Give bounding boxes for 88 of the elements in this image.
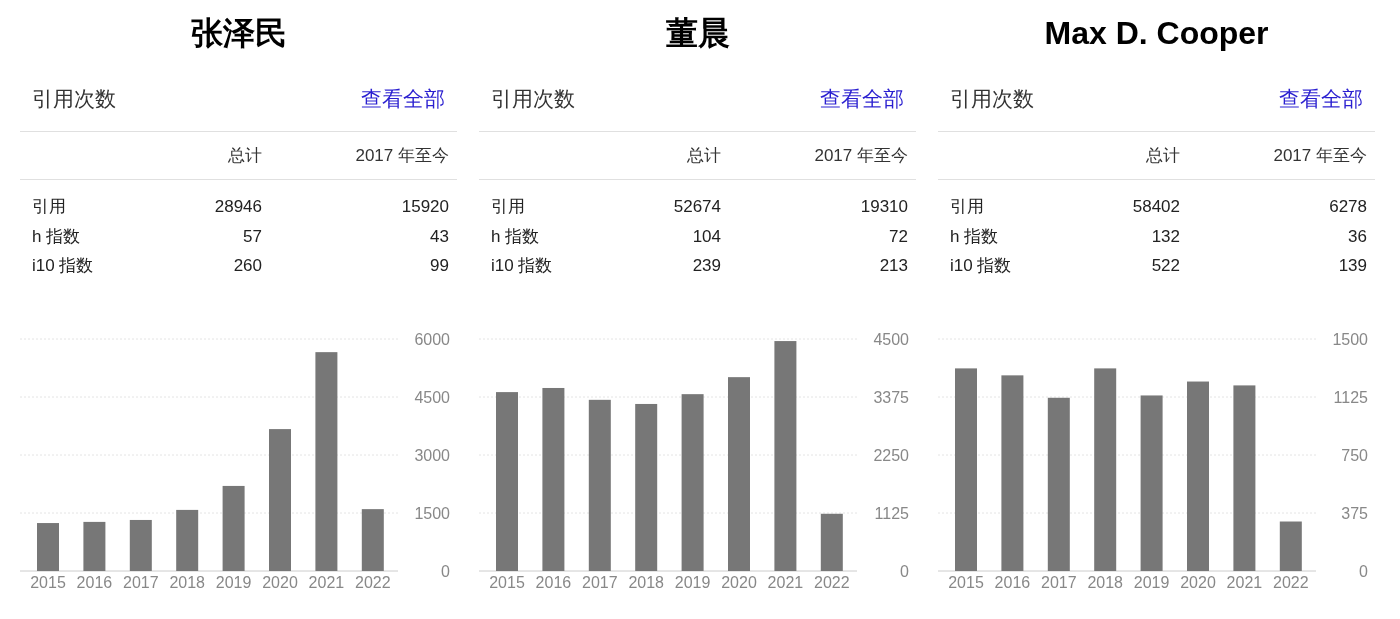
- table-cell-text: 36: [1347, 225, 1367, 248]
- axis-tick-label: 2022: [1273, 573, 1309, 591]
- chart-bar: [83, 521, 106, 571]
- chart-bar: [37, 522, 59, 571]
- column-header: 2017 年至今: [1272, 144, 1367, 167]
- axis-tick-label: 2019: [215, 573, 252, 591]
- table-cell-text: 6278: [1328, 196, 1367, 218]
- table-cell-text: 522: [1150, 255, 1180, 277]
- axis-tick-label: 2019: [674, 573, 711, 591]
- axis-tick-label: 2250: [873, 446, 909, 464]
- table-cell-text: 43: [429, 225, 449, 248]
- axis-tick-label: 2015: [30, 573, 66, 591]
- chart-bar: [820, 513, 843, 571]
- section-heading: 引用次数: [950, 85, 1034, 112]
- section-heading: 引用次数: [491, 85, 575, 112]
- row-label: 引用: [950, 196, 985, 218]
- axis-tick-label: 0: [900, 562, 909, 580]
- axis-tick-label: 2021: [1226, 573, 1263, 591]
- axis-tick-label: 2015: [489, 573, 525, 591]
- view-all-link[interactable]: 查看全部: [820, 82, 904, 115]
- axis-tick-label: 2018: [1087, 573, 1123, 591]
- axis-tick-label: 2018: [628, 573, 664, 591]
- column-header: 总计: [227, 144, 262, 167]
- axis-tick-label: 2020: [721, 573, 757, 591]
- row-label: h 指数: [32, 225, 82, 248]
- axis-tick-label: 750: [1341, 446, 1368, 464]
- panel-title: 董晨: [665, 14, 730, 53]
- table-cell-text: 213: [878, 255, 908, 277]
- table-cell-text: 139: [1337, 255, 1367, 277]
- table-cell-text: 28946: [213, 196, 262, 218]
- table-cell-text: 57: [242, 225, 262, 248]
- axis-tick-label: 3000: [414, 446, 450, 464]
- table-cell-text: 99: [429, 255, 449, 277]
- axis-tick-label: 2021: [308, 573, 345, 591]
- axis-tick-label: 1125: [874, 504, 909, 522]
- column-header: 2017 年至今: [813, 144, 908, 167]
- row-label: i10 指数: [491, 255, 554, 277]
- table-cell-text: 132: [1150, 225, 1180, 248]
- row-label: 引用: [32, 196, 67, 218]
- axis-tick-label: 4500: [873, 330, 909, 348]
- axis-tick-label: 2016: [994, 573, 1031, 591]
- axis-tick-label: 0: [1359, 562, 1368, 580]
- axis-tick-label: 1125: [1333, 388, 1368, 406]
- view-all-link[interactable]: 查看全部: [1279, 82, 1363, 115]
- axis-tick-label: 0: [441, 562, 450, 580]
- axis-tick-label: 2016: [76, 573, 113, 591]
- row-label: i10 指数: [950, 255, 1013, 277]
- table-cell-text: 58402: [1131, 196, 1180, 218]
- row-label: 引用: [491, 196, 526, 218]
- axis-tick-label: 2022: [355, 573, 391, 591]
- panel-title: 张泽民: [190, 14, 287, 53]
- axis-tick-label: 2020: [262, 573, 298, 591]
- axis-tick-label: 375: [1341, 504, 1368, 522]
- axis-tick-label: 2017: [1041, 573, 1077, 591]
- table-cell-text: 15920: [400, 196, 449, 218]
- table-cell-text: 19310: [859, 196, 908, 218]
- axis-tick-label: 2015: [948, 573, 984, 591]
- chart-bar: [361, 508, 384, 571]
- row-label: h 指数: [491, 225, 541, 248]
- axis-tick-label: 6000: [414, 330, 450, 348]
- axis-tick-label: 1500: [1332, 330, 1368, 348]
- table-cell-text: 52674: [672, 196, 721, 218]
- view-all-link[interactable]: 查看全部: [361, 82, 445, 115]
- column-header: 总计: [686, 144, 721, 167]
- axis-tick-label: 2016: [535, 573, 572, 591]
- panel-title: Max D. Cooper: [1044, 14, 1269, 53]
- table-cell-text: 72: [888, 225, 908, 248]
- axis-tick-label: 1500: [414, 504, 450, 522]
- table-cell-text: 260: [232, 255, 262, 277]
- section-heading: 引用次数: [32, 85, 116, 112]
- axis-tick-label: 3375: [873, 388, 909, 406]
- axis-tick-label: 2018: [169, 573, 205, 591]
- axis-tick-label: 2022: [814, 573, 850, 591]
- chart-bar: [176, 509, 199, 571]
- axis-tick-label: 4500: [414, 388, 450, 406]
- axis-tick-label: 2021: [767, 573, 804, 591]
- axis-tick-label: 2020: [1180, 573, 1216, 591]
- table-cell-text: 239: [691, 255, 721, 277]
- column-header: 总计: [1145, 144, 1180, 167]
- row-label: i10 指数: [32, 255, 95, 277]
- table-cell-text: 104: [691, 225, 721, 248]
- chart-bar: [1279, 521, 1302, 571]
- row-label: h 指数: [950, 225, 1000, 248]
- column-header: 2017 年至今: [354, 144, 449, 167]
- axis-tick-label: 2017: [123, 573, 159, 591]
- axis-tick-label: 2019: [1133, 573, 1170, 591]
- chart-bar: [129, 519, 152, 571]
- axis-tick-label: 2017: [582, 573, 618, 591]
